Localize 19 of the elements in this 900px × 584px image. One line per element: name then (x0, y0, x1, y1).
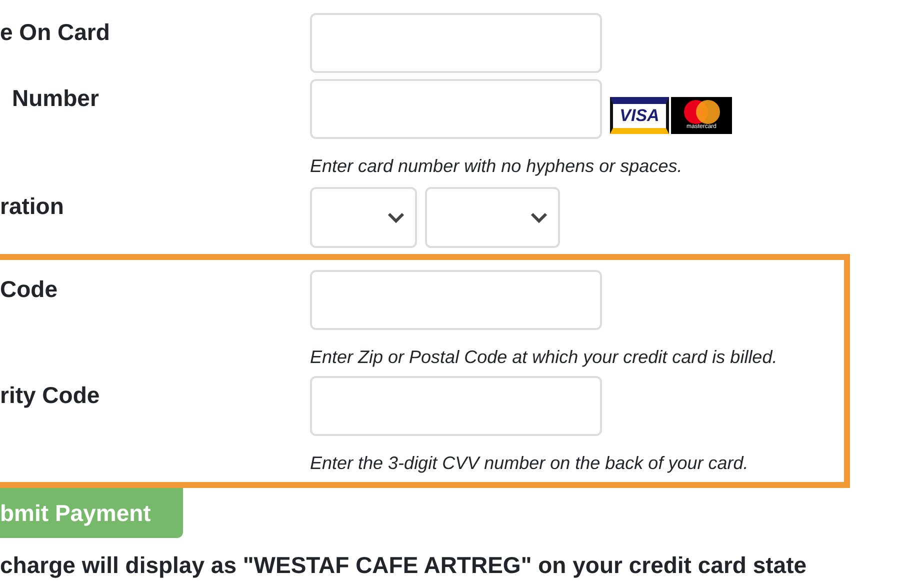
field-label: Code (0, 275, 58, 303)
field-hint: Enter the 3-digit CVV number on the back of your card. (310, 453, 748, 474)
chevron-down-icon (387, 212, 405, 224)
chevron-down-icon (530, 212, 548, 224)
visa-logo: VISA (610, 96, 669, 134)
field-hint: Enter card number with no hyphens or spaces. (310, 156, 682, 177)
input-field[interactable] (310, 270, 602, 330)
submit-button[interactable]: bmit Payment (0, 488, 183, 538)
input-field[interactable] (310, 376, 602, 436)
field-label: rity Code (0, 381, 100, 409)
field-label: e On Card (0, 18, 110, 46)
year-select[interactable] (425, 187, 560, 248)
input-field[interactable] (310, 79, 602, 139)
month-select[interactable] (310, 187, 417, 248)
field-hint: Enter Zip or Postal Code at which your credit card is billed. (310, 347, 778, 368)
field-label: ration (0, 192, 64, 220)
charge-note: charge will display as "WESTAF CAFE ARTREG" on your credit card state (0, 552, 807, 579)
field-label: Number (12, 84, 99, 112)
input-field[interactable] (310, 13, 602, 73)
